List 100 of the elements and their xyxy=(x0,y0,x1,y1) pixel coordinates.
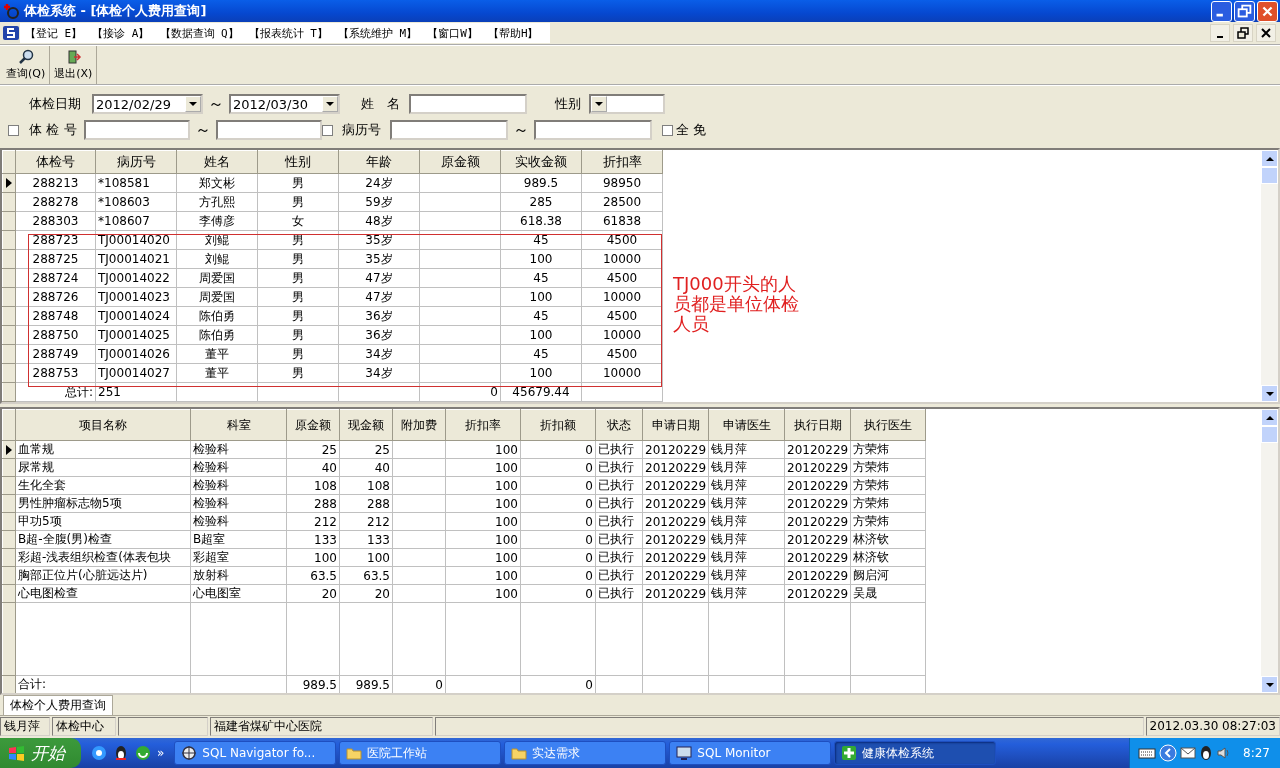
menu-item[interactable]: 【帮助H】 xyxy=(482,25,544,41)
date-dropdown[interactable]: 2012/03/30 xyxy=(229,94,340,114)
table-cell: 108 xyxy=(286,476,340,495)
table-cell: 男 xyxy=(257,249,339,269)
table-cell: 10000 xyxy=(581,249,663,269)
table-cell: 35岁 xyxy=(338,249,420,269)
table-cell: 0 xyxy=(419,382,501,402)
record-number-from-field[interactable] xyxy=(390,120,508,140)
column-header[interactable]: 实收金额 xyxy=(500,150,582,174)
column-header[interactable]: 原金额 xyxy=(286,409,340,441)
exam-number-from-field[interactable] xyxy=(84,120,190,140)
menu-item[interactable]: 【报表统计 T】 xyxy=(243,25,333,41)
penguin-icon[interactable] xyxy=(1199,745,1214,761)
exam-number-to-field[interactable] xyxy=(216,120,322,140)
table-cell: 方荣炜 xyxy=(850,512,926,531)
taskbar-button[interactable]: 医院工作站 xyxy=(339,741,502,765)
taskbar-button[interactable]: SQL Navigator fo... xyxy=(174,741,337,765)
column-header[interactable]: 病历号 xyxy=(95,150,177,174)
column-header[interactable]: 科室 xyxy=(190,409,287,441)
table-cell: 检验科 xyxy=(190,494,287,513)
column-header[interactable]: 执行医生 xyxy=(850,409,926,441)
table-cell: 4500 xyxy=(581,344,663,364)
table-cell: 董平 xyxy=(176,363,258,383)
keyboard-icon[interactable] xyxy=(1138,746,1157,760)
checkbox[interactable] xyxy=(322,124,333,136)
column-header[interactable]: 状态 xyxy=(595,409,643,441)
column-header[interactable]: 申请日期 xyxy=(642,409,709,441)
start-button[interactable]: 开始 xyxy=(0,738,81,768)
table-cell: TJ00014025 xyxy=(95,325,177,345)
column-header[interactable]: 性别 xyxy=(257,150,339,174)
window-tab[interactable]: 体检个人费用查询 xyxy=(3,695,113,715)
column-header[interactable]: 折扣率 xyxy=(445,409,521,441)
name-field[interactable] xyxy=(409,94,527,114)
table-cell: 251 xyxy=(95,382,177,402)
column-header[interactable]: 附加费 xyxy=(392,409,446,441)
taskbar-button[interactable]: SQL Monitor xyxy=(669,741,832,765)
window-title: 体检系统 - [体检个人费用查询] xyxy=(24,2,208,20)
table-cell: 已执行 xyxy=(595,440,643,459)
column-header[interactable]: 现金额 xyxy=(339,409,393,441)
dropdown-arrow-button[interactable] xyxy=(185,96,201,112)
dropdown-arrow-button[interactable] xyxy=(322,96,338,112)
close-button[interactable] xyxy=(1256,24,1276,42)
table-cell: 男 xyxy=(257,173,339,193)
checkbox[interactable] xyxy=(8,124,19,136)
table-cell: 男 xyxy=(257,306,339,326)
table-cell: 59岁 xyxy=(338,192,420,212)
field-label: 体 检 号 xyxy=(28,121,78,139)
menu-item[interactable]: 【登记 E】 xyxy=(20,25,88,41)
table-cell: 212 xyxy=(286,512,340,531)
table-cell: 周爱国 xyxy=(176,268,258,288)
taskbar-button[interactable]: 健康体检系统 xyxy=(834,741,997,765)
taskbar-button[interactable]: 实达需求 xyxy=(504,741,667,765)
checkbox[interactable] xyxy=(662,124,673,136)
table-cell: TJ00014024 xyxy=(95,306,177,326)
table-cell: 方荣炜 xyxy=(850,494,926,513)
table-cell: 合计: xyxy=(15,675,191,693)
table-cell: 0 xyxy=(520,494,596,513)
table-cell: 钱月萍 xyxy=(708,512,785,531)
column-header[interactable]: 姓名 xyxy=(176,150,258,174)
column-header[interactable]: 折扣率 xyxy=(581,150,663,174)
menu-item[interactable]: 【数据查询 Q】 xyxy=(154,25,244,41)
date-dropdown[interactable]: 2012/02/29 xyxy=(92,94,203,114)
table-cell: 100 xyxy=(500,325,582,345)
column-header[interactable]: 申请医生 xyxy=(708,409,785,441)
table-cell: 10000 xyxy=(581,287,663,307)
gender-dropdown[interactable] xyxy=(589,94,665,114)
dropdown-arrow-button[interactable] xyxy=(591,96,607,112)
table-cell: 63.5 xyxy=(286,566,340,585)
table-cell: 288726 xyxy=(15,287,96,307)
record-number-to-field[interactable] xyxy=(534,120,652,140)
minimize-button[interactable] xyxy=(1210,24,1230,42)
column-header[interactable]: 折扣额 xyxy=(520,409,596,441)
browser-icon[interactable] xyxy=(91,745,107,761)
column-header[interactable]: 执行日期 xyxy=(784,409,851,441)
table-cell: 方孔熙 xyxy=(176,192,258,212)
menu-item[interactable]: 【窗口W】 xyxy=(422,25,483,41)
column-header[interactable]: 体检号 xyxy=(15,150,96,174)
chevron-left-icon[interactable] xyxy=(1159,744,1178,762)
column-header[interactable]: 年龄 xyxy=(338,150,420,174)
menu-item[interactable]: 【接诊 A】 xyxy=(87,25,155,41)
status-text: 钱月萍 xyxy=(0,717,50,736)
penguin-icon[interactable] xyxy=(113,745,129,761)
table-cell: 彩超室 xyxy=(190,548,287,567)
column-header[interactable]: 原金额 xyxy=(419,150,501,174)
menu-item[interactable]: 【系统维护 M】 xyxy=(333,25,423,41)
envelope-icon[interactable] xyxy=(1180,746,1197,760)
range-separator: ～ xyxy=(194,119,212,141)
column-header[interactable]: 项目名称 xyxy=(15,409,191,441)
table-cell: 20120229 xyxy=(642,548,709,567)
table-cell: 0 xyxy=(520,584,596,603)
more-button[interactable]: » xyxy=(157,746,165,760)
table-cell: 25 xyxy=(339,440,393,459)
scrollbar[interactable] xyxy=(1261,409,1278,693)
table-cell: 212 xyxy=(339,512,393,531)
table-cell: 20120229 xyxy=(642,494,709,513)
restore-button[interactable] xyxy=(1233,24,1253,42)
table-cell: 0 xyxy=(520,566,596,585)
table-cell: 100 xyxy=(445,584,521,603)
scrollbar[interactable] xyxy=(1261,150,1278,402)
globe-icon[interactable] xyxy=(135,745,151,761)
